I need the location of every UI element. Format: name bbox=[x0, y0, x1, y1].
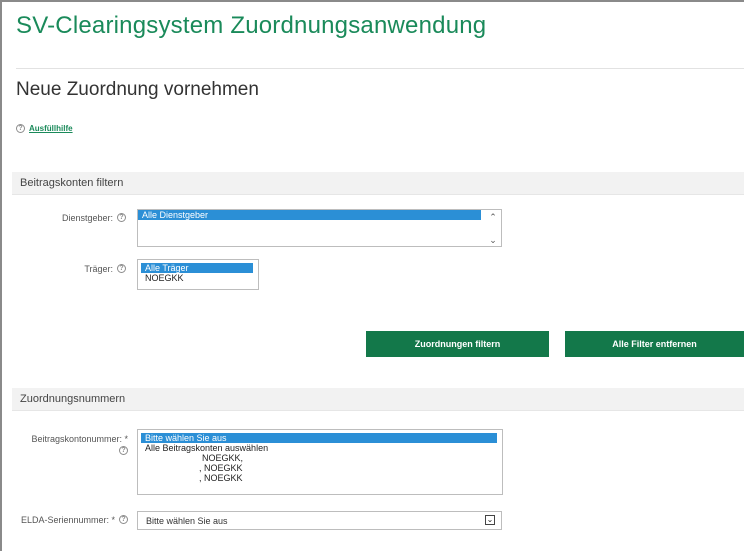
numbers-section-title: Zuordnungsnummern bbox=[20, 393, 126, 405]
traeger-option[interactable]: NOEGKK bbox=[141, 273, 255, 283]
dienstgeber-label: Dienstgeber: bbox=[61, 213, 113, 223]
app-title: SV-Clearingsystem Zuordnungsanwendung bbox=[16, 12, 487, 39]
elda-label-row: ELDA-Seriennummer: * ? bbox=[14, 515, 128, 525]
help-circle-icon: ? bbox=[16, 124, 25, 133]
beitragskontonummer-listbox[interactable]: Bitte wählen Sie aus Alle Beitragskonten… bbox=[137, 429, 503, 495]
help-circle-icon[interactable]: ? bbox=[119, 515, 128, 524]
page-heading: Neue Zuordnung vornehmen bbox=[16, 79, 259, 100]
help-link-row[interactable]: ? Ausfüllhilfe bbox=[16, 124, 73, 133]
beitragskonto-option[interactable]: , NOEGKK bbox=[141, 473, 499, 483]
dienstgeber-listbox[interactable]: Alle Dienstgeber ⌃ ⌄ bbox=[137, 209, 502, 247]
traeger-label: Träger: bbox=[84, 264, 113, 274]
help-link[interactable]: Ausfüllhilfe bbox=[29, 124, 73, 133]
chevron-down-icon[interactable]: ⌄ bbox=[489, 235, 497, 246]
beitragskonto-option[interactable]: Alle Beitragskonten auswählen bbox=[141, 443, 499, 453]
elda-select[interactable]: Bitte wählen Sie aus ⌄ bbox=[137, 511, 502, 530]
help-circle-icon[interactable]: ? bbox=[117, 213, 126, 222]
traeger-listbox[interactable]: Alle Träger NOEGKK bbox=[137, 259, 259, 290]
elda-label: ELDA-Seriennummer: * bbox=[20, 515, 115, 525]
title-divider bbox=[16, 68, 744, 69]
clear-filters-button[interactable]: Alle Filter entfernen bbox=[565, 331, 744, 357]
chevron-up-icon[interactable]: ⌃ bbox=[489, 212, 497, 223]
traeger-label-row: Träger: ? bbox=[20, 264, 126, 274]
elda-select-value: Bitte wählen Sie aus bbox=[146, 515, 228, 526]
window-border-top bbox=[0, 0, 744, 2]
beitragskonto-option[interactable]: Bitte wählen Sie aus bbox=[141, 433, 497, 443]
numbers-section-header: Zuordnungsnummern bbox=[12, 388, 744, 411]
filter-section-header: Beitragskonten filtern bbox=[12, 172, 744, 195]
beitragskontonummer-label-row: Beitragskontonummer: * ? bbox=[14, 434, 128, 455]
beitragskontonummer-label: Beitragskontonummer: * bbox=[31, 434, 128, 444]
help-circle-icon[interactable]: ? bbox=[119, 446, 128, 455]
window-border-left bbox=[0, 0, 2, 551]
dienstgeber-label-row: Dienstgeber: ? bbox=[20, 213, 126, 223]
filter-button[interactable]: Zuordnungen filtern bbox=[366, 331, 549, 357]
dienstgeber-scroll-arrows[interactable]: ⌃ ⌄ bbox=[487, 212, 499, 246]
beitragskonto-option[interactable]: , NOEGKK bbox=[141, 463, 499, 473]
beitragskonto-option[interactable]: NOEGKK, bbox=[141, 453, 499, 463]
help-circle-icon[interactable]: ? bbox=[117, 264, 126, 273]
traeger-option[interactable]: Alle Träger bbox=[141, 263, 253, 273]
dienstgeber-option[interactable]: Alle Dienstgeber bbox=[138, 210, 481, 220]
chevron-down-icon[interactable]: ⌄ bbox=[485, 515, 495, 525]
filter-section-title: Beitragskonten filtern bbox=[20, 177, 124, 189]
